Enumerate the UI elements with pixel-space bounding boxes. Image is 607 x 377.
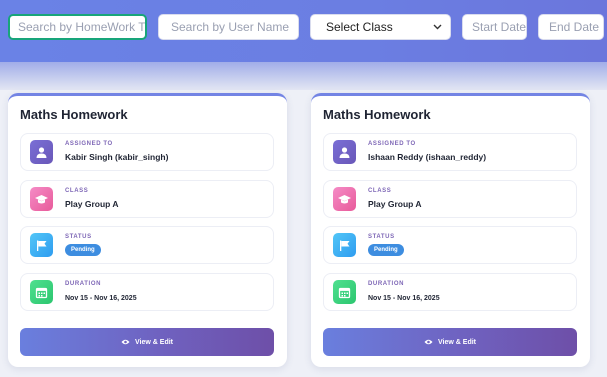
assigned-to-row: ASSIGNED TO Ishaan Reddy (ishaan_reddy) [323, 133, 577, 171]
user-icon [30, 140, 53, 164]
user-name-placeholder: Search by User Name [171, 20, 290, 34]
duration-label: DURATION [368, 281, 405, 287]
start-date-placeholder: Start Date [472, 20, 527, 34]
homework-card: Maths Homework ASSIGNED TO Ishaan Reddy … [311, 93, 590, 367]
graduation-cap-icon [30, 187, 53, 211]
class-label: CLASS [65, 188, 89, 194]
homework-title-search-input[interactable]: Search by HomeWork Title [8, 14, 147, 40]
end-date-placeholder: End Date [549, 20, 600, 34]
view-edit-label: View & Edit [438, 338, 476, 346]
assigned-to-value: Ishaan Reddy (ishaan_reddy) [368, 152, 487, 162]
assigned-to-value: Kabir Singh (kabir_singh) [65, 152, 169, 162]
assigned-to-label: ASSIGNED TO [368, 141, 416, 147]
duration-value: Nov 15 - Nov 16, 2025 [65, 295, 137, 302]
view-edit-label: View & Edit [135, 338, 173, 346]
homework-card: Maths Homework ASSIGNED TO Kabir Singh (… [8, 93, 287, 367]
class-select-value: Select Class [326, 20, 393, 34]
eye-icon [121, 338, 130, 347]
class-value: Play Group A [65, 199, 119, 209]
class-label: CLASS [368, 188, 392, 194]
status-badge: Pending [65, 244, 101, 256]
chevron-down-icon [433, 21, 442, 33]
end-date-input[interactable]: End Date [538, 14, 604, 40]
duration-value: Nov 15 - Nov 16, 2025 [368, 295, 440, 302]
status-row: STATUS Pending [323, 226, 577, 264]
status-badge: Pending [368, 244, 404, 256]
user-icon [333, 140, 356, 164]
filter-bar: Search by HomeWork Title Search by User … [0, 0, 607, 90]
duration-row: DURATION Nov 15 - Nov 16, 2025 [20, 273, 274, 311]
class-value: Play Group A [368, 199, 422, 209]
graduation-cap-icon [333, 187, 356, 211]
view-edit-button[interactable]: View & Edit [20, 328, 274, 356]
calendar-icon [30, 280, 53, 304]
flag-icon [30, 233, 53, 257]
card-title: Maths Homework [323, 107, 431, 122]
class-row: CLASS Play Group A [20, 180, 274, 218]
eye-icon [424, 338, 433, 347]
card-title: Maths Homework [20, 107, 128, 122]
status-row: STATUS Pending [20, 226, 274, 264]
class-select[interactable]: Select Class [310, 14, 451, 40]
assigned-to-row: ASSIGNED TO Kabir Singh (kabir_singh) [20, 133, 274, 171]
assigned-to-label: ASSIGNED TO [65, 141, 113, 147]
status-label: STATUS [368, 234, 395, 240]
calendar-icon [333, 280, 356, 304]
view-edit-button[interactable]: View & Edit [323, 328, 577, 356]
status-label: STATUS [65, 234, 92, 240]
homework-title-placeholder: Search by HomeWork Title [18, 20, 147, 34]
duration-label: DURATION [65, 281, 102, 287]
user-name-search-input[interactable]: Search by User Name [158, 14, 299, 40]
start-date-input[interactable]: Start Date [462, 14, 527, 40]
class-row: CLASS Play Group A [323, 180, 577, 218]
flag-icon [333, 233, 356, 257]
duration-row: DURATION Nov 15 - Nov 16, 2025 [323, 273, 577, 311]
